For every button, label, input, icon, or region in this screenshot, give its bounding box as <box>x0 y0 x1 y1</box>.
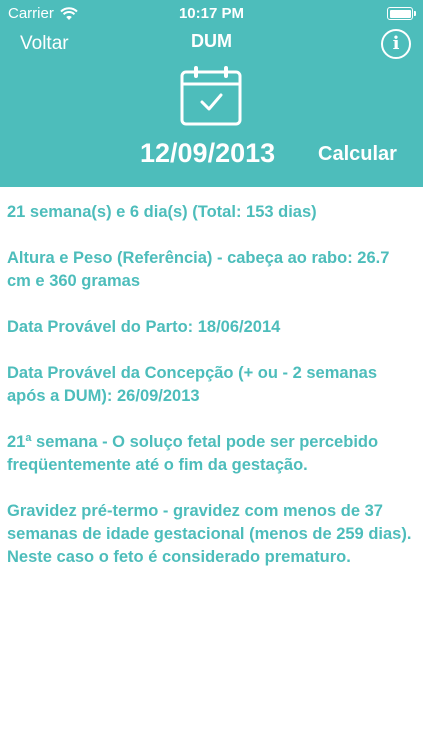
results-list: 21 semana(s) e 6 dia(s) (Total: 153 dias… <box>0 187 423 569</box>
calendar-check-icon <box>180 66 242 126</box>
result-week-note: 21ª semana - O soluço fetal pode ser per… <box>7 433 379 474</box>
calculate-button[interactable]: Calcular <box>318 143 397 166</box>
header: Carrier 10:17 PM Voltar DUM i 12/09/2013… <box>0 0 423 187</box>
result-due-date: Data Provável do Parto: 18/06/2014 <box>7 318 281 336</box>
status-bar: Carrier 10:17 PM <box>0 0 423 28</box>
result-size-weight: Altura e Peso (Referência) - cabeça ao r… <box>7 249 390 290</box>
info-icon[interactable]: i <box>381 29 411 59</box>
date-display[interactable]: 12/09/2013 <box>140 138 275 169</box>
result-preterm-note: Gravidez pré-termo - gravidez com menos … <box>7 502 412 566</box>
page-title: DUM <box>191 31 232 51</box>
result-weeks: 21 semana(s) e 6 dia(s) (Total: 153 dias… <box>7 203 317 221</box>
battery-icon <box>387 7 416 20</box>
result-conception-date: Data Provável da Concepção (+ ou - 2 sem… <box>7 364 378 405</box>
status-time: 10:17 PM <box>178 5 245 22</box>
